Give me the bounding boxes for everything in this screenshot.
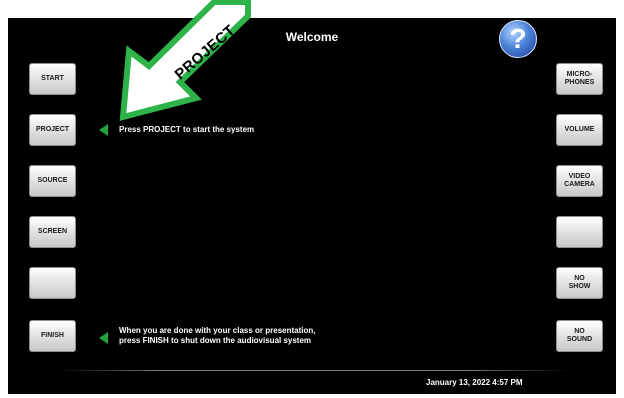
project-hint-text: Press PROJECT to start the system xyxy=(119,125,255,134)
footer-divider xyxy=(59,370,569,371)
project-pointer-icon xyxy=(99,124,108,136)
blank-right-button[interactable] xyxy=(556,216,603,248)
help-button[interactable]: ? xyxy=(499,20,537,58)
no-sound-button[interactable]: NO SOUND xyxy=(556,320,603,352)
no-show-button[interactable]: NO SHOW xyxy=(556,267,603,299)
video-camera-button[interactable]: VIDEO CAMERA xyxy=(556,165,603,197)
screen-button[interactable]: SCREEN xyxy=(29,216,76,248)
blank-left-button[interactable] xyxy=(29,267,76,299)
project-button[interactable]: PROJECT xyxy=(29,114,76,146)
microphones-button[interactable]: MICRO- PHONES xyxy=(556,63,603,95)
finish-pointer-icon xyxy=(99,332,108,344)
touch-panel-screen: Welcome ? START PROJECT SOURCE SCREEN FI… xyxy=(8,18,616,394)
date-time: January 13, 2022 4:57 PM xyxy=(426,378,523,387)
volume-button[interactable]: VOLUME xyxy=(556,114,603,146)
finish-hint-text: When you are done with your class or pre… xyxy=(119,326,316,345)
start-button[interactable]: START xyxy=(29,63,76,95)
source-button[interactable]: SOURCE xyxy=(29,165,76,197)
finish-button[interactable]: FINISH xyxy=(29,320,76,352)
